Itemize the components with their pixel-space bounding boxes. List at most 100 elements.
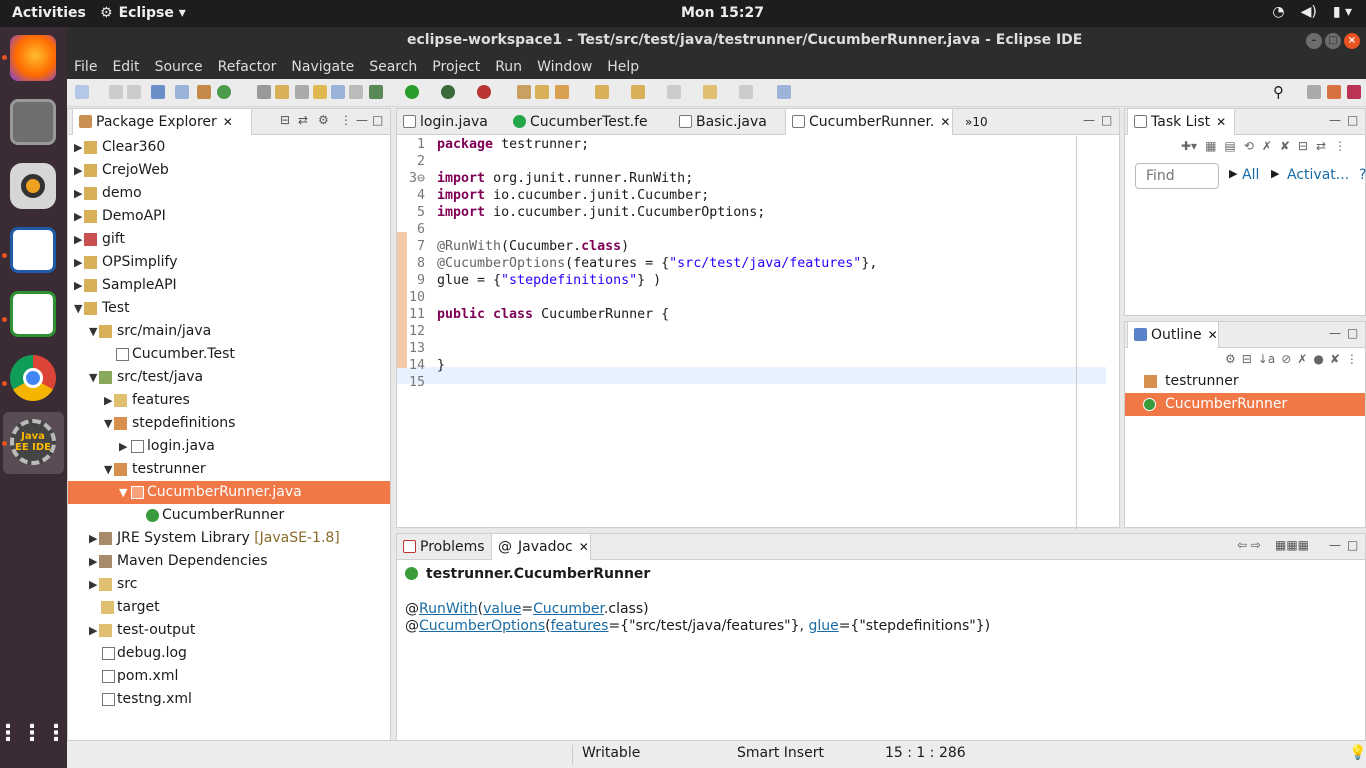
build-icon[interactable] [257,85,271,99]
outline-item-testrunner[interactable]: testrunner [1125,370,1365,393]
new-task-icon[interactable]: ✚▾ [1181,139,1197,153]
files-icon[interactable] [10,99,56,145]
app-menu[interactable]: ⚙ Eclipse ▾ [100,5,186,21]
debug-bug-icon[interactable] [369,85,383,99]
open-perspective-icon[interactable] [1307,85,1321,99]
hide-icon[interactable]: ✘ [1280,139,1290,153]
tree-item-pom-xml[interactable]: pom.xml [68,665,390,688]
tree-item-demoapi[interactable]: ▶ DemoAPI [68,205,390,228]
close-icon[interactable]: ✕ [579,540,589,554]
save-icon[interactable] [109,85,123,99]
edit-icon[interactable] [275,85,289,99]
view-menu-icon[interactable]: ⋮ [340,113,352,127]
maximize-view-icon[interactable]: □ [1347,326,1358,340]
menu-window[interactable]: Window [537,55,592,79]
new-icon[interactable] [75,85,89,99]
minimize-button[interactable]: – [1306,33,1322,49]
tree-item-opsimplify[interactable]: ▶ OPSimplify [68,251,390,274]
sync-icon[interactable]: ⟲ [1244,139,1254,153]
maximize-button[interactable]: □ [1325,33,1341,49]
system-tray[interactable]: ◔ ◀) ▮ ▾ [1272,4,1352,20]
code-editor[interactable]: 1 package testrunner; 2 3⊖ import org.junit.… [397,136,1119,530]
tab-login-java[interactable]: login.java [397,109,507,135]
tree-item-testng-xml[interactable]: testng.xml [68,688,390,711]
prev-annotation-icon[interactable] [631,85,645,99]
java-perspective-icon[interactable] [1347,85,1361,99]
activate-link[interactable]: Activat... [1287,167,1349,183]
link-icon[interactable]: ⇄ [1316,139,1326,153]
tab-cucumbertest-feature[interactable]: CucumberTest.fe [507,109,669,135]
focus-icon[interactable]: ⚙ [1225,352,1236,366]
link-editor-icon[interactable]: ⇄ [298,113,308,127]
tree-item-cucumber-test[interactable]: Cucumber.Test [68,343,390,366]
maximize-view-icon[interactable]: □ [1101,113,1112,127]
close-button[interactable]: × [1344,33,1360,49]
tab-package-explorer[interactable]: Package Explorer ✕ [72,109,252,135]
pin-editor-icon[interactable] [777,85,791,99]
tab-basic-java[interactable]: Basic.java [673,109,785,135]
tab-outline[interactable]: Outline ✕ [1127,322,1219,348]
search-icon[interactable]: ⚲ [1273,83,1287,101]
activities-button[interactable]: Activities [12,5,86,21]
external-tools-icon[interactable] [477,85,491,99]
coverage-icon[interactable] [441,85,455,99]
new-java-project-icon[interactable] [517,85,531,99]
runwith-link[interactable]: RunWith [419,601,478,617]
minimize-view-icon[interactable]: — [1329,326,1341,340]
chrome-icon[interactable] [10,355,56,401]
tree-item-crejoweb[interactable]: ▶ CrejoWeb [68,159,390,182]
minimize-view-icon[interactable]: — [1329,538,1341,552]
tree-item-demo[interactable]: ▶ demo [68,182,390,205]
show-applications-icon[interactable]: ⋮⋮⋮ [0,711,67,757]
tree-item-stepdefinitions[interactable]: ▼ stepdefinitions [68,412,390,435]
menu-file[interactable]: File [74,55,97,79]
hide-nonpublic-icon[interactable]: ● [1313,352,1323,366]
view-menu-icon[interactable]: ⋮ [1334,139,1346,153]
help-icon[interactable]: ? [1359,167,1366,183]
minimize-view-icon[interactable]: — [1083,113,1095,127]
last-edit-icon[interactable] [667,85,681,99]
tab-cucumberrunner-java[interactable]: CucumberRunner. ✕ [785,109,953,135]
clock[interactable]: Mon 15:27 [681,5,764,21]
tree-item-sampleapi[interactable]: ▶ SampleAPI [68,274,390,297]
outline-item-cucumberrunner[interactable]: CucumberRunner [1125,393,1365,416]
back-icon[interactable] [703,85,717,99]
tree-item-maven-dependencies[interactable]: ▶ Maven Dependencies [68,550,390,573]
collapse-all-icon[interactable]: ⊟ [280,113,290,127]
debug-icon[interactable] [175,85,189,99]
tree-item-features[interactable]: ▶ features [68,389,390,412]
next-annotation-icon[interactable] [595,85,609,99]
filter-completed-icon[interactable]: ✗ [1262,139,1272,153]
value-link[interactable]: value [483,601,521,617]
menu-help[interactable]: Help [607,55,639,79]
tree-item-testrunner[interactable]: ▼ testrunner [68,458,390,481]
maximize-view-icon[interactable]: □ [372,113,383,127]
minimize-view-icon[interactable]: — [1329,113,1341,127]
glue-link[interactable]: glue [808,618,838,634]
javadoc-toolbar-icons[interactable]: ▦▦▦ [1275,538,1309,552]
find-input[interactable] [1135,163,1219,189]
forward-icon[interactable] [739,85,753,99]
tree-item-test-output[interactable]: ▶ test-output [68,619,390,642]
collapse-icon[interactable]: ⊟ [1298,139,1308,153]
filter-icon[interactable]: ⚙ [318,113,329,127]
menu-navigate[interactable]: Navigate [291,55,354,79]
mark-icon[interactable] [331,85,345,99]
hide-local-icon[interactable]: ✘ [1330,352,1340,366]
rhythmbox-icon[interactable] [10,163,56,209]
close-icon[interactable]: ✕ [1216,115,1226,129]
hide-fields-icon[interactable]: ⊘ [1281,352,1291,366]
run-icon[interactable] [405,85,419,99]
features-link[interactable]: features [551,618,609,634]
search-tool-icon[interactable] [555,85,569,99]
firefox-icon[interactable] [10,35,56,81]
java-ee-perspective-icon[interactable] [1327,85,1341,99]
hide-static-icon[interactable]: ✗ [1297,352,1307,366]
maximize-view-icon[interactable]: □ [1347,538,1358,552]
save-all-icon[interactable] [127,85,141,99]
tree-item-cucumberrunner-java[interactable]: ▼ CucumberRunner.java [68,481,390,504]
close-icon[interactable]: ✕ [1208,328,1218,342]
tree-item-login-java[interactable]: ▶ login.java [68,435,390,458]
tab-problems[interactable]: Problems [397,534,489,560]
tree-item-cucumberrunner-class[interactable]: CucumberRunner [68,504,390,527]
